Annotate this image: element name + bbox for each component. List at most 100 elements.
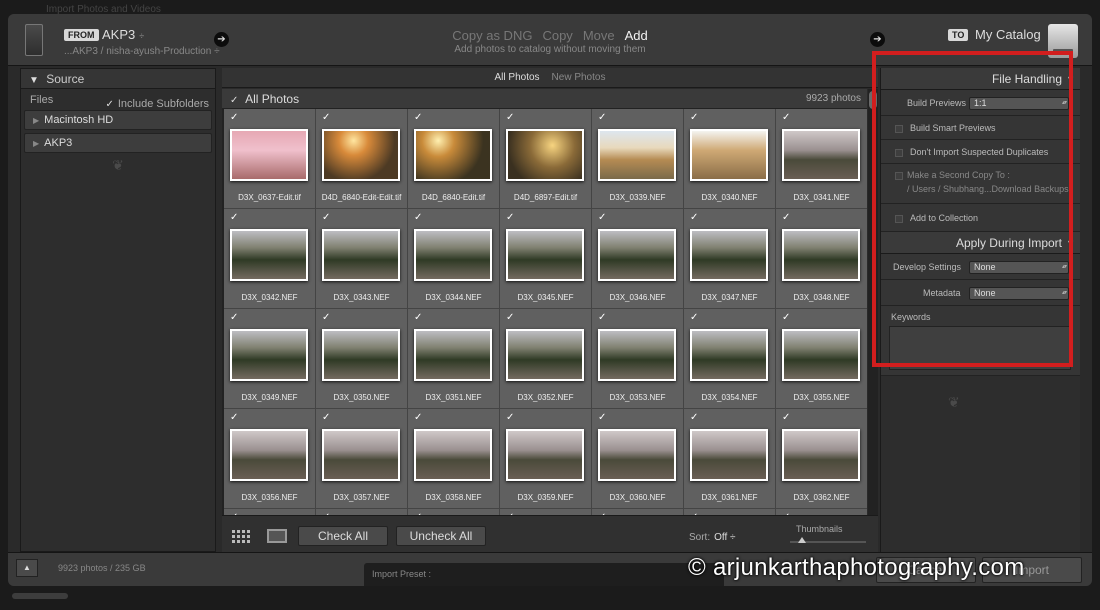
checkmark-icon[interactable]: ✓ [506, 412, 514, 423]
checkmark-icon[interactable]: ✓ [690, 312, 698, 323]
photo-thumbnail[interactable] [506, 129, 584, 181]
checkmark-icon[interactable]: ✓ [506, 112, 514, 123]
checkmark-icon[interactable]: ✓ [230, 312, 238, 323]
photo-thumbnail[interactable] [690, 229, 768, 281]
apply-during-import-header[interactable]: Apply During Import ▼ [881, 232, 1080, 254]
photo-cell[interactable]: ✓ D3X_0361.NEF [684, 409, 776, 509]
photo-cell[interactable]: ✓ D4D_6897-Edit.tif [500, 109, 592, 209]
checkmark-icon[interactable]: ✓ [598, 112, 606, 123]
grid-view-icon[interactable] [232, 529, 252, 543]
photo-thumbnail[interactable] [230, 329, 308, 381]
tab-new-photos[interactable]: New Photos [552, 68, 606, 87]
photo-thumbnail[interactable] [598, 229, 676, 281]
photo-thumbnail[interactable] [506, 229, 584, 281]
photo-thumbnail[interactable] [598, 429, 676, 481]
slider-knob[interactable] [798, 537, 806, 543]
checkmark-icon[interactable]: ✓ [322, 212, 330, 223]
add-to-collection-checkbox[interactable] [895, 214, 903, 223]
photo-thumbnail[interactable] [598, 329, 676, 381]
smart-previews-checkbox[interactable] [895, 124, 903, 133]
photo-cell[interactable]: ✓ D3X_0347.NEF [684, 209, 776, 309]
volume-akp3[interactable]: ▶ AKP3 [24, 133, 212, 153]
checkmark-icon[interactable]: ✓ [322, 312, 330, 323]
expand-button[interactable]: ▲ [16, 559, 38, 577]
checkmark-icon[interactable]: ✓ [230, 112, 238, 123]
checkmark-icon[interactable]: ✓ [690, 112, 698, 123]
photo-cell[interactable]: ✓ D3X_0359.NEF [500, 409, 592, 509]
photo-thumbnail[interactable] [782, 329, 860, 381]
photo-cell[interactable]: ✓ D3X_0360.NEF [592, 409, 684, 509]
checkmark-icon[interactable]: ✓ [598, 212, 606, 223]
uncheck-all-button[interactable]: Uncheck All [396, 526, 486, 546]
sort-control[interactable]: Sort: Off ÷ [689, 532, 736, 543]
source-path[interactable]: ...AKP3 / nisha-ayush-Production ÷ [64, 46, 220, 57]
include-subfolders-checkbox[interactable]: ✓ Include Subfolders [105, 93, 209, 116]
no-duplicates-row[interactable]: Don't Import Suspected Duplicates [881, 140, 1080, 164]
photo-thumbnail[interactable] [414, 129, 492, 181]
checkmark-icon[interactable]: ✓ [230, 412, 238, 423]
checkmark-icon[interactable]: ✓ [782, 212, 790, 223]
develop-settings-dropdown[interactable]: None [969, 261, 1069, 274]
checkmark-icon[interactable]: ✓ [414, 312, 422, 323]
photo-thumbnail[interactable] [230, 129, 308, 181]
photo-cell[interactable]: ✓ D3X_0341.NEF [776, 109, 867, 209]
photo-cell[interactable]: ✓ D3X_0351.NEF [408, 309, 500, 409]
checkmark-icon[interactable]: ✓ [782, 312, 790, 323]
checkmark-icon[interactable]: ✓ [414, 212, 422, 223]
checkmark-icon[interactable]: ✓ [414, 112, 422, 123]
second-copy-row[interactable]: Make a Second Copy To : / Users / Shubha… [881, 164, 1080, 204]
smart-previews-row[interactable]: Build Smart Previews [881, 116, 1080, 140]
photo-thumbnail[interactable] [322, 229, 400, 281]
mode-move[interactable]: Move [583, 28, 615, 43]
photo-cell[interactable]: ✓ D3X_0356.NEF [224, 409, 316, 509]
checkmark-icon[interactable]: ✓ [506, 312, 514, 323]
photo-cell[interactable]: ✓ D3X_0343.NEF [316, 209, 408, 309]
checkmark-icon[interactable]: ✓ [782, 112, 790, 123]
photo-cell[interactable]: ✓ D3X_0357.NEF [316, 409, 408, 509]
checkmark-icon[interactable]: ✓ [690, 412, 698, 423]
checkmark-icon[interactable]: ✓ [230, 212, 238, 223]
photo-thumbnail[interactable] [322, 429, 400, 481]
mode-add[interactable]: Add [625, 28, 648, 43]
scrollbar-thumb[interactable] [869, 91, 877, 109]
destination-catalog[interactable]: My Catalog [975, 27, 1041, 42]
photo-thumbnail[interactable] [506, 329, 584, 381]
photo-thumbnail[interactable] [506, 429, 584, 481]
photo-thumbnail[interactable] [782, 229, 860, 281]
window-scrollbar[interactable] [12, 593, 68, 599]
photo-thumbnail[interactable] [230, 229, 308, 281]
photo-thumbnail[interactable] [782, 129, 860, 181]
photo-thumbnail[interactable] [414, 229, 492, 281]
photo-cell[interactable]: ✓ D3X_0340.NEF [684, 109, 776, 209]
check-all-button[interactable]: Check All [298, 526, 388, 546]
mode-copy-as-dng[interactable]: Copy as DNG [452, 28, 532, 43]
photo-cell[interactable]: ✓ D3X_0344.NEF [408, 209, 500, 309]
photo-thumbnail[interactable] [414, 429, 492, 481]
checkmark-icon[interactable]: ✓ [506, 212, 514, 223]
second-copy-checkbox[interactable] [895, 172, 903, 180]
source-panel-header[interactable]: ▼ Source [21, 69, 215, 89]
no-duplicates-checkbox[interactable] [895, 148, 903, 157]
photo-cell[interactable]: ✓ D3X_0345.NEF [500, 209, 592, 309]
photo-cell[interactable]: ✓ D3X_0637-Edit.tif [224, 109, 316, 209]
photo-cell[interactable]: ✓ D3X_0348.NEF [776, 209, 867, 309]
photo-cell[interactable]: ✓ D3X_0354.NEF [684, 309, 776, 409]
photo-cell[interactable]: ✓ D4D_6840-Edit.tif [408, 109, 500, 209]
tab-all-photos[interactable]: All Photos [495, 68, 540, 87]
photo-thumbnail[interactable] [598, 129, 676, 181]
add-to-collection-row[interactable]: Add to Collection [881, 204, 1080, 232]
photo-cell[interactable]: ✓ D3X_0342.NEF [224, 209, 316, 309]
photo-cell[interactable]: ✓ D3X_0355.NEF [776, 309, 867, 409]
checkmark-icon[interactable]: ✓ [230, 91, 238, 111]
photo-thumbnail[interactable] [782, 429, 860, 481]
photo-cell[interactable]: ✓ D3X_0352.NEF [500, 309, 592, 409]
photo-cell[interactable]: ✓ D3X_0362.NEF [776, 409, 867, 509]
photo-cell[interactable]: ✓ D4D_6840-Edit-Edit.tif [316, 109, 408, 209]
photo-cell[interactable]: ✓ D3X_0358.NEF [408, 409, 500, 509]
grid-scrollbar[interactable] [868, 89, 878, 515]
photo-thumbnail[interactable] [230, 429, 308, 481]
source-selector[interactable]: AKP3 ÷ [102, 27, 144, 42]
keywords-input[interactable] [889, 326, 1071, 370]
checkmark-icon[interactable]: ✓ [690, 212, 698, 223]
photo-thumbnail[interactable] [690, 129, 768, 181]
